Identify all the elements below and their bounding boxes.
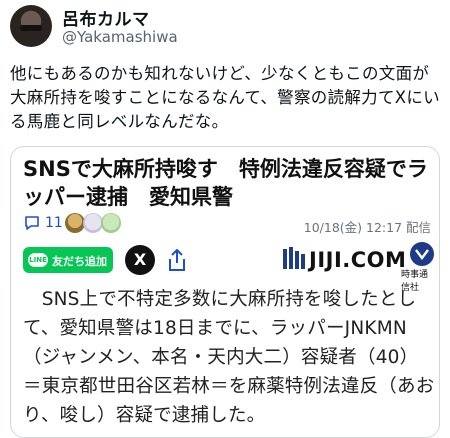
news-headline[interactable]: SNSで大麻所持唆す 特例法違反容疑でラッパー逮捕 愛知県警	[23, 155, 428, 211]
line-icon: LINE	[28, 253, 48, 267]
display-name[interactable]: 呂布カルマ	[62, 5, 150, 30]
x-logo-icon[interactable]: X	[125, 245, 155, 275]
publisher-name: JIJI.COM	[309, 248, 407, 272]
reaction-avatar	[83, 213, 103, 233]
avatar[interactable]	[10, 5, 52, 47]
tweet-text: 他にもあるのかも知れないけど、少なくともこの文面が大麻所持を唆すことになるなんて…	[10, 64, 440, 131]
reaction-avatar	[65, 213, 85, 233]
comment-count[interactable]: 11	[45, 215, 63, 231]
share-icon[interactable]	[165, 247, 189, 273]
line-add-friend-button[interactable]: LINE 友だち追加	[23, 247, 113, 273]
line-button-label: 友だち追加	[52, 255, 107, 268]
card-meta-row: 11 10/18(金) 12:17 配信	[23, 211, 433, 237]
jiji-badge-icon	[410, 242, 434, 266]
publish-timestamp: 10/18(金) 12:17 配信	[303, 220, 431, 235]
publisher-logo[interactable]: JIJI.COM 時事通信社	[281, 242, 434, 293]
news-card[interactable]: SNSで大麻所持唆す 特例法違反容疑でラッパー逮捕 愛知県警 11 10/18(…	[10, 146, 440, 438]
jiji-mark-icon	[283, 247, 305, 269]
share-row: LINE 友だち追加 X JIJI.COM 時事通信社	[23, 242, 434, 293]
reaction-avatar	[101, 213, 121, 233]
article-body: SNS上で不特定多数に大麻所持を唆したとして、愛知県警は18日までに、ラッパーJ…	[23, 289, 435, 426]
user-handle[interactable]: @Yakamashiwa	[62, 28, 178, 46]
comment-icon[interactable]	[23, 214, 41, 232]
